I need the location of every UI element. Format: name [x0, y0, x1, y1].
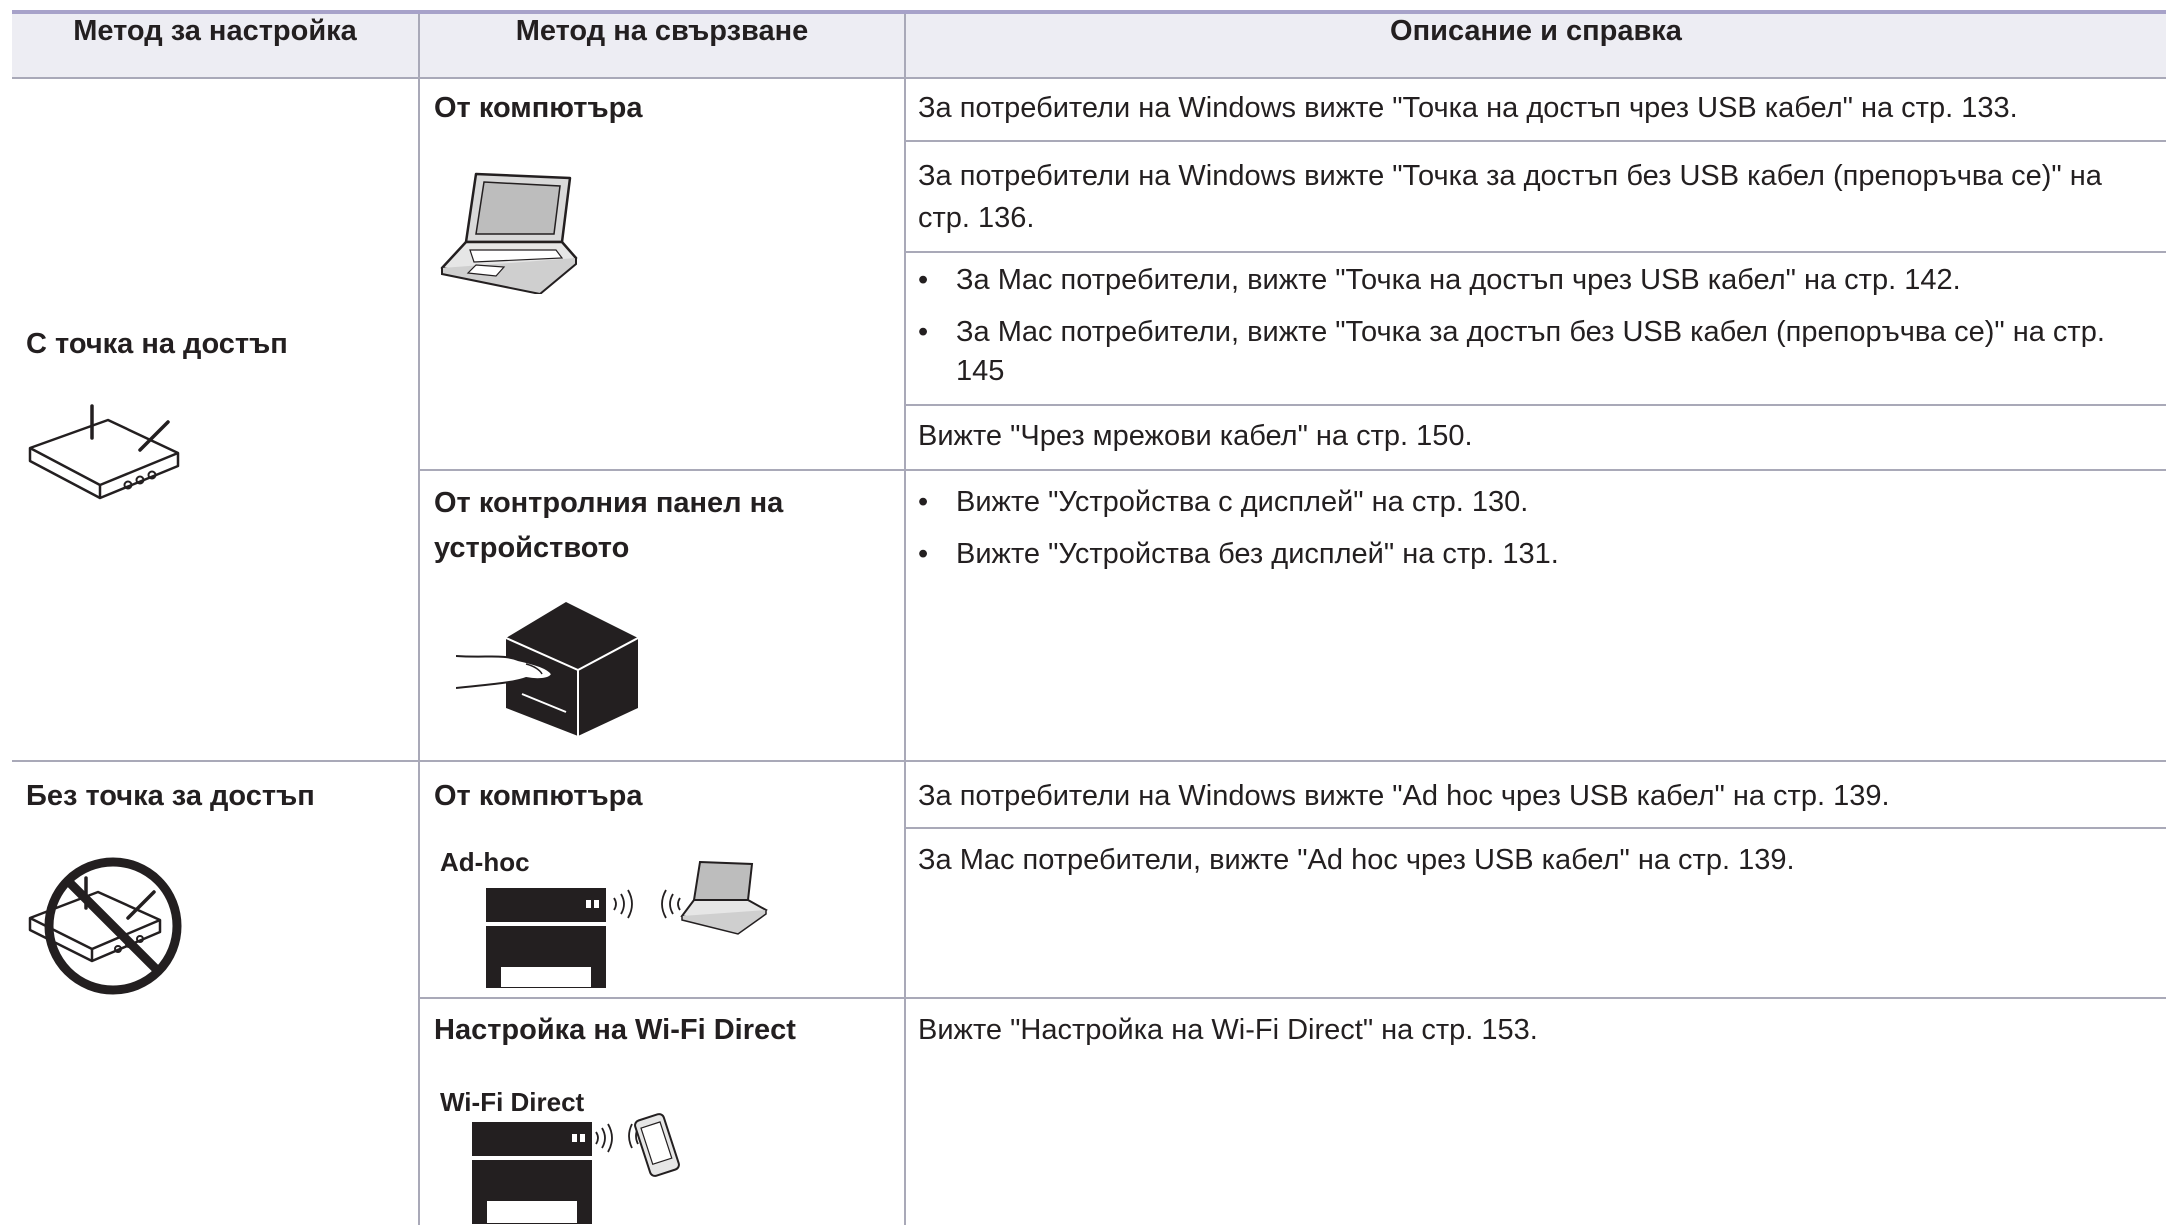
connection-wifi-direct: Настройка на Wi-Fi Direct: [434, 1014, 796, 1046]
header-setup-method: Метод за настройка: [73, 15, 357, 47]
header-connection-method: Метод на свързване: [515, 15, 809, 47]
desc-windows-nousb-ap-line1: За потребители на Windows вижте "Точка з…: [918, 160, 2102, 192]
desc-windows-adhoc: За потребители на Windows вижте "Ad hoc …: [918, 780, 1890, 812]
setup-with-access-point: С точка на достъп: [26, 328, 288, 360]
no-router-icon: [28, 848, 198, 1003]
desc-no-display-devices: Вижте "Устройства без дисплей" на стр. 1…: [956, 538, 1559, 570]
setup-without-access-point: Без точка за достъп: [26, 780, 315, 812]
grid-hline: [420, 469, 2166, 471]
printer-hand-icon: [455, 598, 646, 743]
wifi-direct-icon: [472, 1102, 692, 1229]
desc-wifi-direct: Вижте "Настройка на Wi-Fi Direct" на стр…: [918, 1014, 1538, 1046]
desc-mac-nousb-ap-line1: За Mac потребители, вижте "Точка за дост…: [956, 316, 2105, 348]
desc-network-cable: Вижте "Чрез мрежови кабел" на стр. 150.: [918, 420, 1473, 452]
bullet-mark: •: [918, 538, 929, 570]
connection-from-computer: От компютъра: [434, 92, 643, 124]
grid-hline: [906, 404, 2166, 406]
grid-hline: [906, 140, 2166, 142]
bullet-mark: •: [918, 264, 929, 296]
desc-display-devices: Вижте "Устройства с дисплей" на стр. 130…: [956, 486, 1529, 518]
grid-hline-group: [12, 760, 2166, 762]
desc-windows-usb-ap: За потребители на Windows вижте "Точка н…: [918, 92, 2018, 124]
grid-hline: [906, 251, 2166, 253]
bullet-mark: •: [918, 486, 929, 518]
router-icon: [28, 398, 188, 513]
grid-hline: [420, 997, 2166, 999]
laptop-icon: [436, 164, 586, 299]
grid-vline-2: [904, 14, 906, 1225]
desc-mac-nousb-ap-line2: 145: [956, 355, 1005, 387]
desc-mac-adhoc: За Mac потребители, вижте "Ad hoc чрез U…: [918, 844, 1795, 876]
connection-from-computer-adhoc: От компютъра: [434, 780, 643, 812]
grid-vline-1: [418, 14, 420, 1225]
grid-hline: [906, 827, 2166, 829]
setup-methods-table: Метод за настройка Метод на свързване Оп…: [0, 0, 2166, 1225]
grid-hline-header: [12, 77, 2166, 79]
header-description: Описание и справка: [1390, 15, 1682, 47]
desc-windows-nousb-ap-line2: стр. 136.: [918, 202, 1035, 234]
connection-from-control-panel: От контролния панел на устройството: [434, 487, 784, 564]
bullet-mark: •: [918, 316, 929, 348]
adhoc-printer-icon: [486, 858, 796, 993]
desc-mac-usb-ap: За Mac потребители, вижте "Точка на дост…: [956, 264, 1961, 296]
